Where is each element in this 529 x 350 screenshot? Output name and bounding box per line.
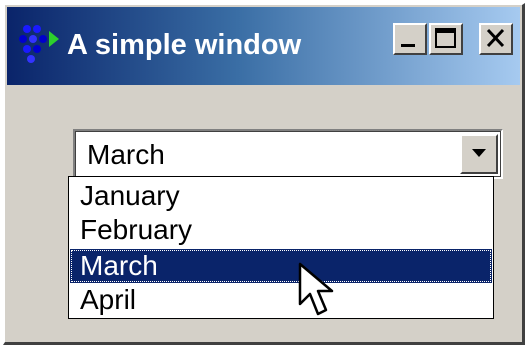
- title-bar[interactable]: A simple window: [7, 7, 520, 85]
- chevron-down-icon: [472, 149, 486, 157]
- close-button[interactable]: [479, 23, 513, 55]
- app-icon: [15, 21, 61, 67]
- arrow-cursor-icon: [298, 262, 338, 327]
- dropdown-list: January February March April: [68, 176, 494, 319]
- list-item-february[interactable]: February: [70, 213, 492, 247]
- list-item-april[interactable]: April: [70, 283, 492, 317]
- maximize-button[interactable]: [429, 23, 463, 55]
- window-title: A simple window: [67, 29, 302, 61]
- minimize-button[interactable]: [393, 23, 427, 55]
- list-item-march[interactable]: March: [70, 249, 492, 283]
- minimize-icon: [401, 44, 415, 47]
- dropdown-button[interactable]: [460, 134, 498, 174]
- list-item-january[interactable]: January: [70, 179, 492, 213]
- combo-selected-value: March: [87, 139, 165, 170]
- maximize-icon: [435, 28, 456, 48]
- month-combobox[interactable]: March: [73, 129, 503, 179]
- close-icon: [486, 28, 505, 48]
